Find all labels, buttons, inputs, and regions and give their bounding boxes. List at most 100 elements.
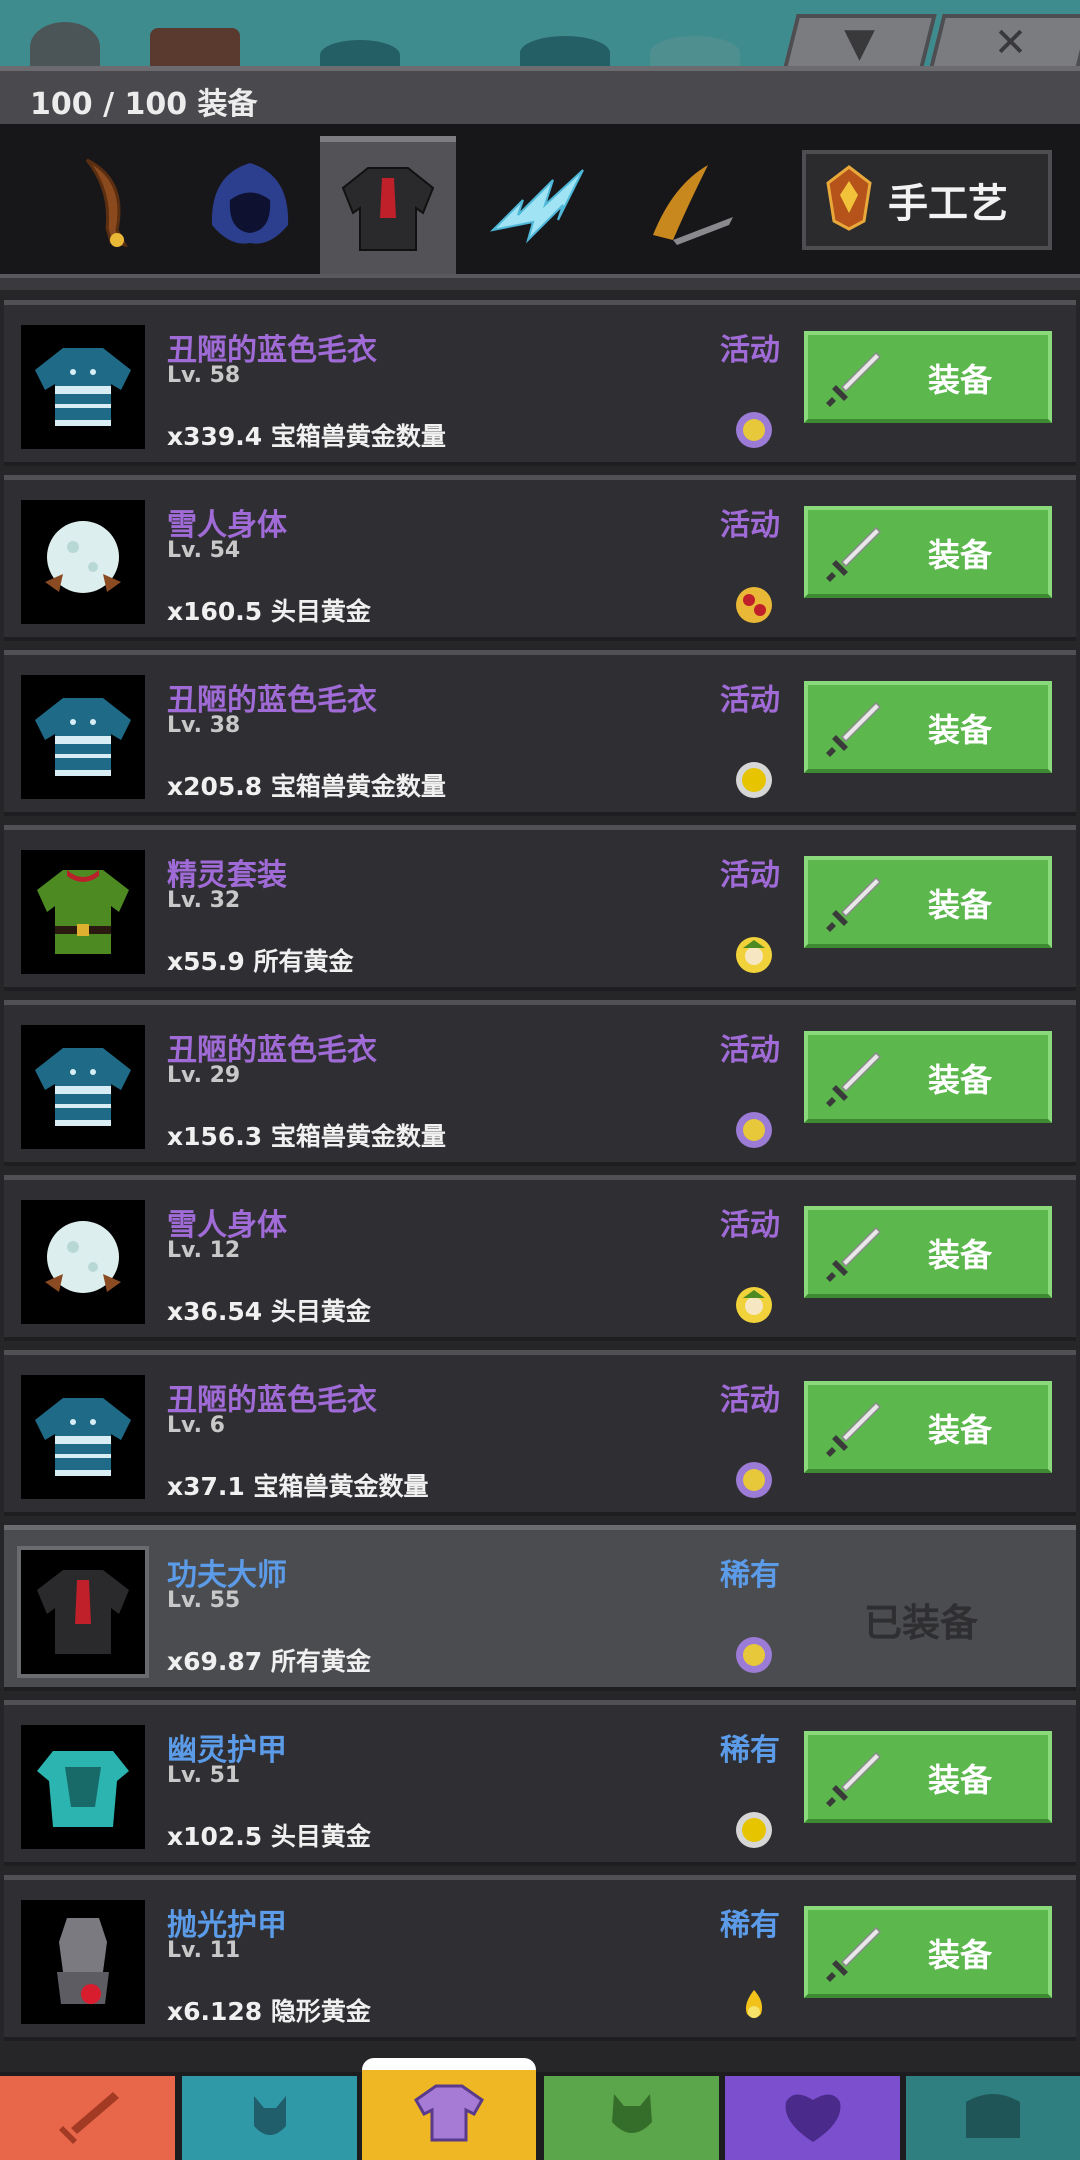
nav-tab-shop[interactable]	[906, 2076, 1080, 2160]
item-bonus: x160.5 头目黄金	[167, 597, 371, 626]
gold-coin-icon	[735, 761, 773, 799]
list-item[interactable]: 精灵套装 Lv. 32 x55.9 所有黄金 活动 装备	[4, 825, 1076, 991]
close-tab[interactable]: ✕	[929, 14, 1080, 68]
item-bonus: x37.1 宝箱兽黄金数量	[167, 1472, 429, 1501]
item-level: Lv. 32	[167, 888, 241, 913]
title-bar: 100 / 100 装备	[0, 66, 1080, 124]
gear-icon	[30, 22, 100, 72]
equip-button[interactable]: 装备	[804, 331, 1052, 423]
purple-coin-icon	[735, 1636, 773, 1674]
equip-button[interactable]: 装备	[804, 856, 1052, 948]
equip-button-label: 装备	[928, 1411, 993, 1449]
dropdown-tab[interactable]: ▼	[783, 14, 937, 68]
blue-sweater-icon	[21, 325, 145, 449]
crossed-swords-icon	[150, 28, 240, 70]
sword-icon	[824, 349, 884, 413]
item-level: Lv. 11	[167, 1938, 241, 1963]
triangle-down-icon: ▼	[844, 20, 875, 66]
list-item[interactable]: 丑陋的蓝色毛衣 Lv. 58 x339.4 宝箱兽黄金数量 活动 装备	[4, 300, 1076, 466]
sword-icon	[824, 1749, 884, 1813]
item-rarity: 活动	[720, 1033, 780, 1068]
item-rarity: 稀有	[720, 1733, 780, 1768]
jacket-icon	[320, 142, 456, 274]
fire-gem-icon	[826, 165, 872, 235]
bg-blob	[650, 36, 740, 70]
equip-button-label: 装备	[928, 1236, 993, 1274]
list-item[interactable]: 雪人身体 Lv. 54 x160.5 头目黄金 活动 装备	[4, 475, 1076, 641]
equip-button-label: 装备	[928, 536, 993, 574]
flame-sword-icon	[620, 136, 756, 274]
heart-shield-icon	[778, 2086, 848, 2150]
sword-icon	[824, 524, 884, 588]
sword-icon	[824, 1049, 884, 1113]
tab-magic[interactable]	[470, 136, 606, 274]
item-rarity: 活动	[720, 508, 780, 543]
elf-coin-icon	[735, 1286, 773, 1324]
equip-button[interactable]: 装备	[804, 1031, 1052, 1123]
tab-armor[interactable]	[320, 136, 456, 274]
elf-suit-icon	[21, 850, 145, 974]
item-level: Lv. 58	[167, 363, 241, 388]
equip-button[interactable]: 装备	[804, 1731, 1052, 1823]
purple-coin-icon	[735, 411, 773, 449]
kungfu-jacket-icon	[17, 1546, 149, 1678]
list-item[interactable]: 丑陋的蓝色毛衣 Lv. 38 x205.8 宝箱兽黄金数量 活动 装备	[4, 650, 1076, 816]
elf-coin-icon	[735, 936, 773, 974]
item-rarity: 稀有	[720, 1558, 780, 1593]
equip-button[interactable]: 装备	[804, 1381, 1052, 1473]
tab-divider	[0, 274, 1080, 290]
item-bonus: x36.54 头目黄金	[167, 1297, 371, 1326]
tab-slash[interactable]	[620, 136, 756, 274]
tab-weapon[interactable]	[44, 136, 180, 274]
equip-button-label: 装备	[928, 886, 993, 924]
item-rarity: 活动	[720, 1208, 780, 1243]
equip-button-label: 装备	[928, 1061, 993, 1099]
nav-tab-equipment[interactable]	[362, 2070, 536, 2160]
top-game-strip: ▼ ✕	[0, 0, 1080, 72]
polished-armor-icon	[21, 1900, 145, 2024]
item-rarity: 活动	[720, 858, 780, 893]
shirt-icon	[414, 2082, 484, 2148]
pet-icon	[602, 2086, 662, 2150]
equip-button[interactable]: 装备	[804, 681, 1052, 773]
item-rarity: 活动	[720, 333, 780, 368]
chest-icon	[958, 2088, 1028, 2148]
ghost-armor-icon	[21, 1725, 145, 1849]
nav-tab-sword[interactable]	[0, 2076, 175, 2160]
list-item[interactable]: 雪人身体 Lv. 12 x36.54 头目黄金 活动 装备	[4, 1175, 1076, 1341]
item-level: Lv. 55	[167, 1588, 241, 1613]
list-item[interactable]: 功夫大师 Lv. 55 x69.87 所有黄金 稀有 已装备	[4, 1525, 1076, 1691]
nav-tab-clan[interactable]	[725, 2076, 900, 2160]
item-level: Lv. 12	[167, 1238, 241, 1263]
item-rarity: 稀有	[720, 1908, 780, 1943]
snowball-icon	[21, 1200, 145, 1324]
craft-button[interactable]: 手工艺	[802, 150, 1052, 250]
list-item[interactable]: 抛光护甲 Lv. 11 x6.128 隐形黄金 稀有 装备	[4, 1875, 1076, 2041]
snowball-icon	[21, 500, 145, 624]
tab-helmet[interactable]	[182, 136, 318, 274]
equip-button[interactable]: 装备	[804, 1906, 1052, 1998]
blue-sweater-icon	[21, 1025, 145, 1149]
item-bonus: x69.87 所有黄金	[167, 1647, 371, 1676]
equipped-label: 已装备	[864, 1601, 979, 1645]
list-item[interactable]: 丑陋的蓝色毛衣 Lv. 6 x37.1 宝箱兽黄金数量 活动 装备	[4, 1350, 1076, 1516]
equip-button[interactable]: 装备	[804, 1206, 1052, 1298]
bg-blob	[520, 36, 610, 70]
flame-coin-icon	[735, 1986, 773, 2024]
list-item[interactable]: 幽灵护甲 Lv. 51 x102.5 头目黄金 稀有 装备	[4, 1700, 1076, 1866]
equip-button[interactable]: 装备	[804, 506, 1052, 598]
helmet-icon	[240, 2086, 300, 2150]
gold-coin-icon	[735, 1811, 773, 1849]
blue-sweater-icon	[21, 675, 145, 799]
nav-tab-pets[interactable]	[544, 2076, 719, 2160]
item-bonus: x55.9 所有黄金	[167, 947, 354, 976]
item-level: Lv. 29	[167, 1063, 241, 1088]
equip-button-label: 装备	[928, 1936, 993, 1974]
page-title: 100 / 100 装备	[30, 87, 258, 122]
sword-icon	[824, 1924, 884, 1988]
item-bonus: x102.5 头目黄金	[167, 1822, 371, 1851]
list-item[interactable]: 丑陋的蓝色毛衣 Lv. 29 x156.3 宝箱兽黄金数量 活动 装备	[4, 1000, 1076, 1166]
nav-tab-hero[interactable]	[182, 2076, 357, 2160]
item-level: Lv. 51	[167, 1763, 241, 1788]
blue-sweater-icon	[21, 1375, 145, 1499]
